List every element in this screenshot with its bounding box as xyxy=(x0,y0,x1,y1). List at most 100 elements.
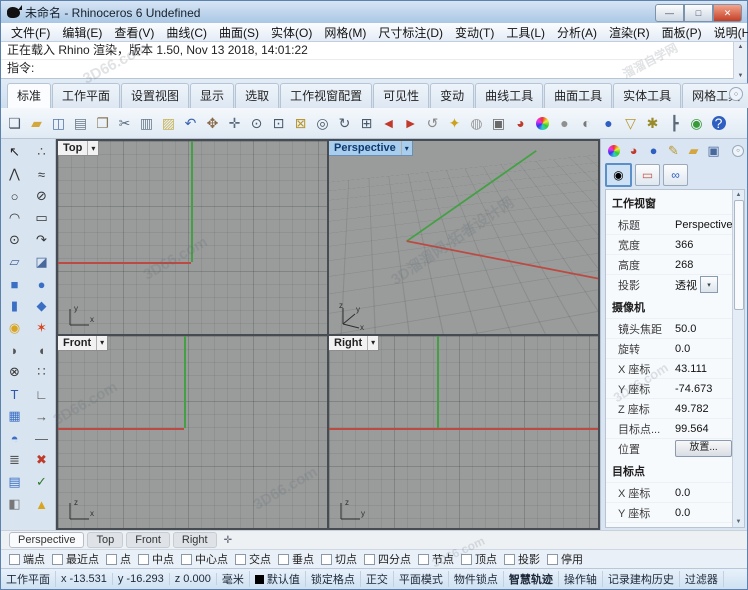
web-browser-icon[interactable]: ◉ xyxy=(686,113,707,134)
menu-item[interactable]: 文件(F) xyxy=(5,24,56,41)
menu-item[interactable]: 实体(O) xyxy=(265,24,318,41)
arc-icon[interactable]: ◠ xyxy=(1,207,28,229)
osnap-checkbox-item[interactable]: 交点 xyxy=(235,551,271,567)
panel-scrollbar[interactable]: ▲ ▼ xyxy=(732,190,744,527)
command-prompt[interactable]: 指令: xyxy=(1,59,747,77)
checkbox-icon[interactable] xyxy=(461,553,472,565)
zoom-window-icon[interactable]: ⊡ xyxy=(268,113,289,134)
projection-dropdown-button[interactable]: ▾ xyxy=(700,276,718,293)
checkbox-icon[interactable] xyxy=(321,553,332,565)
export-icon[interactable]: ❐ xyxy=(92,113,113,134)
osnap-checkbox-item[interactable]: 节点 xyxy=(418,551,454,567)
property-value[interactable]: -74.673 xyxy=(675,383,712,395)
ribbon-tab[interactable]: 变动 xyxy=(430,83,475,108)
grid-array-icon[interactable]: ≣ xyxy=(1,449,28,471)
chamfer-icon[interactable]: ◖ xyxy=(28,339,55,361)
chevron-down-icon[interactable]: ▾ xyxy=(87,141,98,155)
ribbon-tab[interactable]: 曲线工具 xyxy=(475,83,544,108)
next-view-icon[interactable]: ► xyxy=(400,113,421,134)
zoom-selected-icon[interactable]: ◎ xyxy=(312,113,333,134)
property-value[interactable]: 0.0 xyxy=(675,507,690,519)
viewport-right[interactable]: Right ▾ z y xyxy=(329,335,598,528)
scroll-down-icon[interactable]: ▼ xyxy=(736,519,742,525)
menu-item[interactable]: 分析(A) xyxy=(551,24,603,41)
checkbox-icon[interactable] xyxy=(235,553,246,565)
render-settings-icon[interactable]: ● xyxy=(554,113,575,134)
environment-tab-icon[interactable]: ● xyxy=(645,142,662,159)
group-icon[interactable]: ▦ xyxy=(1,405,28,427)
property-value[interactable]: 268 xyxy=(675,259,693,271)
close-button[interactable]: ✕ xyxy=(713,4,742,22)
chevron-down-icon[interactable]: ▾ xyxy=(96,335,107,350)
ribbon-tab[interactable]: 选取 xyxy=(235,83,280,108)
layer-icon[interactable]: ▤ xyxy=(1,471,28,493)
revolve-icon[interactable]: ▲ xyxy=(28,493,55,515)
scrollbar-thumb[interactable] xyxy=(733,200,744,310)
notes-tab-icon[interactable]: ✎ xyxy=(665,142,682,159)
command-scrollbar[interactable]: ▲ ▼ xyxy=(733,42,747,81)
ortho-toggle[interactable]: 正交 xyxy=(361,571,394,587)
text-icon[interactable]: T xyxy=(1,383,28,405)
camera-view-button[interactable]: ◉ xyxy=(605,162,632,187)
viewport-tab[interactable]: Perspective xyxy=(9,532,85,548)
paste-icon[interactable]: ▨ xyxy=(158,113,179,134)
viewport-title[interactable]: Perspective xyxy=(329,141,401,155)
grid-snap-toggle[interactable]: 锁定格点 xyxy=(306,571,361,587)
maximize-button[interactable]: □ xyxy=(684,4,713,22)
property-value[interactable]: 49.782 xyxy=(675,403,709,415)
rotate-view-icon[interactable]: ↻ xyxy=(334,113,355,134)
array-icon[interactable]: ∷ xyxy=(28,361,55,383)
gumball-toggle[interactable]: 操作轴 xyxy=(559,571,603,587)
viewport-title[interactable]: Right xyxy=(329,336,367,350)
pan-icon[interactable]: ✥ xyxy=(202,113,223,134)
checkbox-icon[interactable] xyxy=(9,553,20,565)
sphere-icon[interactable]: ● xyxy=(28,273,55,295)
osnap-checkbox-item[interactable]: 四分点 xyxy=(364,551,411,567)
previous-view-icon[interactable]: ◄ xyxy=(378,113,399,134)
ribbon-tab[interactable]: 工作平面 xyxy=(52,83,121,108)
menu-item[interactable]: 尺寸标注(D) xyxy=(372,24,449,41)
add-viewport-tab-icon[interactable]: ✛ xyxy=(220,535,236,546)
viewport-title[interactable]: Front xyxy=(58,336,96,350)
osnap-checkbox-item[interactable]: 停用 xyxy=(547,551,583,567)
property-value[interactable]: 43.111 xyxy=(675,363,707,375)
osnap-checkbox-item[interactable]: 最近点 xyxy=(52,551,99,567)
check-icon[interactable]: ✓ xyxy=(28,471,55,493)
checkbox-icon[interactable] xyxy=(106,553,117,565)
print-icon[interactable]: ▤ xyxy=(70,113,91,134)
cplane-pane[interactable]: 工作平面 xyxy=(1,571,56,587)
checkbox-icon[interactable] xyxy=(138,553,149,565)
menu-item[interactable]: 编辑(E) xyxy=(56,24,108,41)
ribbon-tab[interactable]: 工作视窗配置 xyxy=(280,83,373,108)
lock-object-icon[interactable]: ✖ xyxy=(28,449,55,471)
hide-icon[interactable]: — xyxy=(28,427,55,449)
ribbon-tab[interactable]: 曲面工具 xyxy=(544,83,613,108)
property-value[interactable]: 0.0 xyxy=(675,343,690,355)
viewport-front-label[interactable]: Front ▾ xyxy=(58,335,109,351)
checkbox-icon[interactable] xyxy=(364,553,375,565)
files-tab-icon[interactable]: ▰ xyxy=(685,142,702,159)
lamp-icon[interactable]: ◍ xyxy=(466,113,487,134)
history-toggle[interactable]: 记录建构历史 xyxy=(603,571,680,587)
osnap-checkbox-item[interactable]: 切点 xyxy=(321,551,357,567)
units-pane[interactable]: 毫米 xyxy=(217,571,250,587)
menu-item[interactable]: 曲面(S) xyxy=(213,24,265,41)
property-value[interactable]: 50.0 xyxy=(675,323,696,335)
refresh-view-icon[interactable]: ↺ xyxy=(422,113,443,134)
ribbon-options-button[interactable]: ○ xyxy=(729,87,743,101)
solid-icon[interactable]: ◆ xyxy=(28,295,55,317)
open-file-icon[interactable]: ▰ xyxy=(26,113,47,134)
viewport-layout-icon[interactable]: ⊞ xyxy=(356,113,377,134)
select-arrow-icon[interactable]: ↖ xyxy=(1,141,28,163)
checkbox-icon[interactable] xyxy=(504,553,515,565)
extrude-icon[interactable]: → xyxy=(28,405,55,427)
boolean-icon[interactable]: ◉ xyxy=(1,317,28,339)
checkbox-icon[interactable] xyxy=(418,553,429,565)
fillet-icon[interactable]: ◗ xyxy=(1,339,28,361)
circle-icon[interactable]: ○ xyxy=(1,185,28,207)
transform-icon[interactable]: ◧ xyxy=(1,493,28,515)
ribbon-tab[interactable]: 显示 xyxy=(190,83,235,108)
minimize-button[interactable]: — xyxy=(655,4,684,22)
property-value[interactable]: Perspective xyxy=(675,219,732,231)
move-icon[interactable]: ✛ xyxy=(224,113,245,134)
